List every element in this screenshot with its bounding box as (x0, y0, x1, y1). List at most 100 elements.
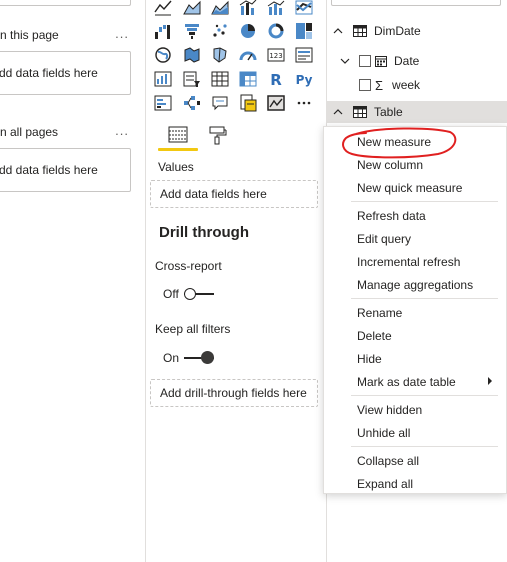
sigma-icon: Σ (375, 77, 384, 93)
slicer-icon[interactable] (183, 70, 201, 88)
calendar-icon (375, 56, 387, 67)
menu-item-label: Expand all (357, 476, 414, 491)
chevron-up-icon[interactable] (332, 106, 344, 118)
field-item-week[interactable]: Σ week (327, 74, 507, 96)
custom-visual-icon[interactable] (267, 94, 285, 112)
field-checkbox[interactable] (359, 79, 371, 91)
values-label: Values (158, 160, 194, 174)
decomposition-tree-icon[interactable] (183, 94, 201, 112)
area-chart-icon[interactable] (183, 0, 201, 16)
r-script-visual-icon[interactable]: R (267, 70, 285, 88)
menu-separator (351, 395, 498, 396)
shape-map-icon[interactable] (211, 46, 229, 64)
field-search-box[interactable] (331, 0, 501, 6)
qa-visual-icon[interactable] (211, 94, 229, 112)
filled-map-icon[interactable] (183, 46, 201, 64)
table-visual-icon[interactable] (211, 70, 229, 88)
chevron-up-icon[interactable] (332, 25, 344, 37)
filters-on-all-pages-label: n all pages (0, 125, 59, 139)
menu-item-new-measure[interactable]: New measure (324, 130, 506, 153)
menu-item-incremental-refresh[interactable]: Incremental refresh (324, 250, 506, 273)
kpi-icon[interactable] (154, 70, 172, 88)
python-visual-icon[interactable]: Py (295, 70, 313, 88)
menu-item-hide[interactable]: Hide (324, 347, 506, 370)
format-tab[interactable] (206, 124, 228, 149)
drill-through-heading: Drill through (159, 224, 249, 241)
card-icon[interactable]: 123 (267, 46, 285, 64)
keep-all-filters-label: Keep all filters (155, 322, 231, 336)
field-table-name: DimDate (374, 24, 421, 38)
map-icon[interactable] (154, 46, 172, 64)
paint-roller-icon (209, 126, 227, 145)
toggle-switch-off-icon (183, 288, 214, 300)
menu-item-label: New measure (357, 134, 432, 149)
more-options-icon[interactable]: ... (115, 123, 129, 138)
keep-all-filters-toggle[interactable]: On (163, 351, 215, 365)
field-checkbox[interactable] (359, 55, 371, 67)
menu-item-manage-aggregations[interactable]: Manage aggregations (324, 273, 506, 296)
svg-text:123: 123 (269, 52, 282, 60)
waterfall-chart-icon[interactable] (154, 22, 172, 40)
filters-on-this-page-label: n this page (0, 28, 59, 42)
menu-item-edit-query[interactable]: Edit query (324, 227, 506, 250)
filter-top-well[interactable] (0, 0, 131, 6)
donut-chart-icon[interactable] (267, 22, 285, 40)
menu-item-new-quick-measure[interactable]: New quick measure (324, 176, 506, 199)
more-visuals-icon[interactable] (295, 94, 313, 112)
menu-item-new-column[interactable]: New column (324, 153, 506, 176)
cross-report-toggle[interactable]: Off (163, 287, 214, 301)
menu-item-label: Collapse all (357, 453, 420, 468)
drill-through-drop-well[interactable]: Add drill-through fields here (150, 379, 318, 407)
field-table-dimdate[interactable]: DimDate (327, 20, 507, 42)
line-chart-icon[interactable] (154, 0, 172, 16)
menu-item-delete[interactable]: Delete (324, 324, 506, 347)
menu-item-label: New column (357, 157, 424, 172)
funnel-chart-icon[interactable] (183, 22, 201, 40)
values-drop-well[interactable]: Add data fields here (150, 180, 318, 208)
cross-report-state: Off (163, 287, 179, 301)
toggle-switch-on-icon (184, 351, 215, 364)
field-table-table[interactable]: Table (327, 101, 507, 123)
menu-item-expand-all[interactable]: Expand all (324, 472, 506, 495)
menu-item-label: Mark as date table (357, 374, 456, 389)
paginated-report-icon[interactable] (239, 94, 257, 112)
chevron-down-icon[interactable] (339, 55, 351, 67)
ribbon-chart-icon[interactable] (295, 0, 313, 16)
treemap-icon[interactable] (295, 22, 313, 40)
multi-row-card-icon[interactable] (295, 46, 313, 64)
visualizations-pane: 123 R Py Values Add data fields here Drill… (146, 0, 327, 562)
table-icon (353, 25, 367, 37)
fields-tab[interactable] (167, 124, 189, 149)
values-well-text: Add data fields here (160, 187, 267, 201)
menu-item-label: Hide (357, 351, 382, 366)
menu-item-label: Refresh data (357, 208, 426, 223)
page-filter-drop-zone[interactable]: dd data fields here (0, 51, 131, 95)
table-context-menu: New measure New column New quick measure Re… (323, 126, 507, 494)
pie-chart-icon[interactable] (239, 22, 257, 40)
menu-item-refresh-data[interactable]: Refresh data (324, 204, 506, 227)
menu-item-collapse-all[interactable]: Collapse all (324, 449, 506, 472)
matrix-icon[interactable] (239, 70, 257, 88)
all-pages-filter-drop-text: dd data fields here (0, 163, 98, 177)
filters-on-this-page-header: n this page (0, 28, 59, 42)
field-item-date[interactable]: Date (327, 50, 507, 72)
more-options-icon[interactable]: ... (115, 26, 129, 41)
stacked-area-chart-icon[interactable] (211, 0, 229, 16)
menu-item-label: Manage aggregations (357, 277, 474, 292)
fields-tab-underline (158, 148, 198, 151)
key-influencers-icon[interactable] (154, 94, 172, 112)
menu-item-rename[interactable]: Rename (324, 301, 506, 324)
cross-report-label: Cross-report (155, 259, 222, 273)
menu-item-unhide-all[interactable]: Unhide all (324, 421, 506, 444)
all-pages-filter-drop-zone[interactable]: dd data fields here (0, 148, 131, 192)
menu-item-mark-as-date-table[interactable]: Mark as date table (324, 370, 506, 393)
keep-all-filters-state: On (163, 351, 180, 365)
menu-item-label: Delete (357, 328, 392, 343)
fields-well-icon (168, 126, 188, 143)
scatter-chart-icon[interactable] (211, 22, 229, 40)
line-clustered-column-icon[interactable] (239, 0, 257, 16)
line-stacked-column-icon[interactable] (267, 0, 285, 16)
gauge-icon[interactable] (239, 46, 257, 64)
filters-on-all-pages-header: n all pages (0, 125, 58, 139)
menu-item-view-hidden[interactable]: View hidden (324, 398, 506, 421)
